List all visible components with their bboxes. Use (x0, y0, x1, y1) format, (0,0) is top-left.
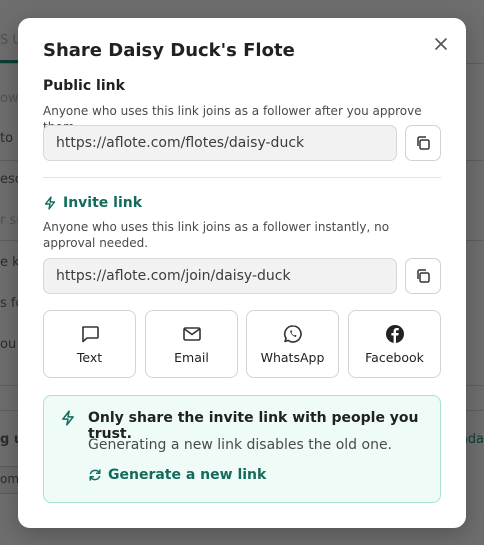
invite-link-url: https://aflote.com/join/daisy-duck (56, 268, 291, 284)
invite-link-field[interactable]: https://aflote.com/join/daisy-duck (43, 258, 397, 294)
copy-public-link-button[interactable] (405, 125, 441, 161)
invite-link-label: Invite link (63, 195, 143, 211)
notice-body: Generating a new link disables the old o… (88, 437, 393, 453)
message-icon (81, 325, 99, 342)
invite-warning-notice: Only share the invite link with people y… (43, 395, 441, 503)
share-options: Text Email WhatsApp Facebook (43, 310, 441, 378)
generate-new-link-button[interactable]: Generate a new link (88, 467, 266, 483)
bg-row-text: ow (0, 91, 19, 106)
bg-row-text: ou (0, 337, 17, 352)
share-whatsapp-button[interactable]: WhatsApp (246, 310, 339, 378)
share-text-button[interactable]: Text (43, 310, 136, 378)
lightning-icon (44, 196, 56, 210)
refresh-icon (89, 469, 101, 481)
public-link-field[interactable]: https://aflote.com/flotes/daisy-duck (43, 125, 397, 161)
copy-invite-link-button[interactable] (405, 258, 441, 294)
share-text-label: Text (76, 349, 103, 365)
lightning-icon (62, 410, 74, 426)
bg-row-text: to (0, 131, 14, 146)
share-whatsapp-label: WhatsApp (260, 349, 325, 365)
generate-new-link-label: Generate a new link (108, 467, 267, 483)
share-email-button[interactable]: Email (145, 310, 238, 378)
invite-link-header: Invite link (43, 195, 142, 211)
invite-link-description: Anyone who uses this link joins as a fol… (43, 220, 390, 250)
close-icon (435, 38, 447, 50)
public-link-url: https://aflote.com/flotes/daisy-duck (56, 135, 305, 151)
whatsapp-icon (283, 324, 302, 343)
copy-icon (417, 136, 430, 150)
mail-icon (182, 326, 201, 341)
share-facebook-button[interactable]: Facebook (348, 310, 441, 378)
public-link-label: Public link (43, 78, 125, 94)
share-facebook-label: Facebook (365, 349, 424, 365)
close-button[interactable] (431, 34, 451, 54)
section-divider (43, 177, 441, 178)
copy-icon (417, 269, 430, 283)
modal-title: Share Daisy Duck's Flote (43, 40, 295, 61)
share-email-label: Email (174, 349, 209, 365)
share-modal: Share Daisy Duck's Flote Public link Any… (18, 18, 466, 528)
facebook-icon (385, 324, 404, 343)
